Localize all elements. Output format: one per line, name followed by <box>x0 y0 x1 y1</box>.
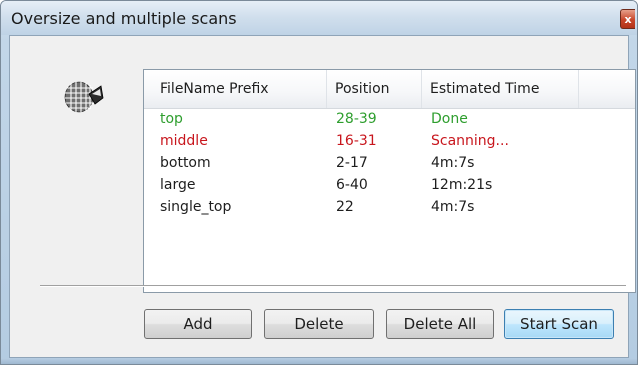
cell-position: 6-40 <box>336 177 368 193</box>
scanner-grid-icon <box>64 81 104 113</box>
window-bottom-border <box>1 358 637 364</box>
table-row[interactable]: bottom 2-17 4m:7s <box>144 152 635 174</box>
title-bar[interactable]: Oversize and multiple scans x <box>1 1 637 35</box>
delete-button[interactable]: Delete <box>264 309 374 339</box>
add-button[interactable]: Add <box>144 309 252 339</box>
column-header-estimated-time[interactable]: Estimated Time <box>422 70 579 108</box>
cell-position: 22 <box>336 199 354 215</box>
scan-list[interactable]: FileName Prefix Position Estimated Time … <box>143 69 636 293</box>
column-header-position[interactable]: Position <box>327 70 422 108</box>
dialog-client-area: FileName Prefix Position Estimated Time … <box>9 35 636 358</box>
cell-filename-prefix: large <box>160 177 196 193</box>
delete-all-button[interactable]: Delete All <box>386 309 494 339</box>
table-row[interactable]: large 6-40 12m:21s <box>144 174 635 196</box>
cell-estimated-time: 4m:7s <box>431 199 475 215</box>
window-title: Oversize and multiple scans <box>11 9 237 28</box>
table-row[interactable]: middle 16-31 Scanning... <box>144 130 635 152</box>
cell-filename-prefix: single_top <box>160 199 232 215</box>
cell-filename-prefix: bottom <box>160 155 211 171</box>
cell-filename-prefix: top <box>160 111 183 127</box>
cell-estimated-time: 12m:21s <box>431 177 493 193</box>
column-header-filler <box>579 70 637 108</box>
separator-line <box>40 285 626 287</box>
table-row[interactable]: single_top 22 4m:7s <box>144 196 635 218</box>
cell-position: 16-31 <box>336 133 377 149</box>
start-scan-button[interactable]: Start Scan <box>504 309 614 339</box>
close-icon: x <box>624 12 632 26</box>
cell-estimated-time: Done <box>431 111 468 127</box>
cell-estimated-time: 4m:7s <box>431 155 475 171</box>
close-button[interactable]: x <box>620 9 635 29</box>
scan-dialog-window: Oversize and multiple scans x FileName P… <box>0 0 638 365</box>
cell-position: 2-17 <box>336 155 368 171</box>
cell-filename-prefix: middle <box>160 133 208 149</box>
cell-estimated-time: Scanning... <box>431 133 509 149</box>
list-header: FileName Prefix Position Estimated Time <box>144 70 635 109</box>
cell-position: 28-39 <box>336 111 377 127</box>
table-row[interactable]: top 28-39 Done <box>144 108 635 130</box>
column-header-filename-prefix[interactable]: FileName Prefix <box>144 70 327 108</box>
